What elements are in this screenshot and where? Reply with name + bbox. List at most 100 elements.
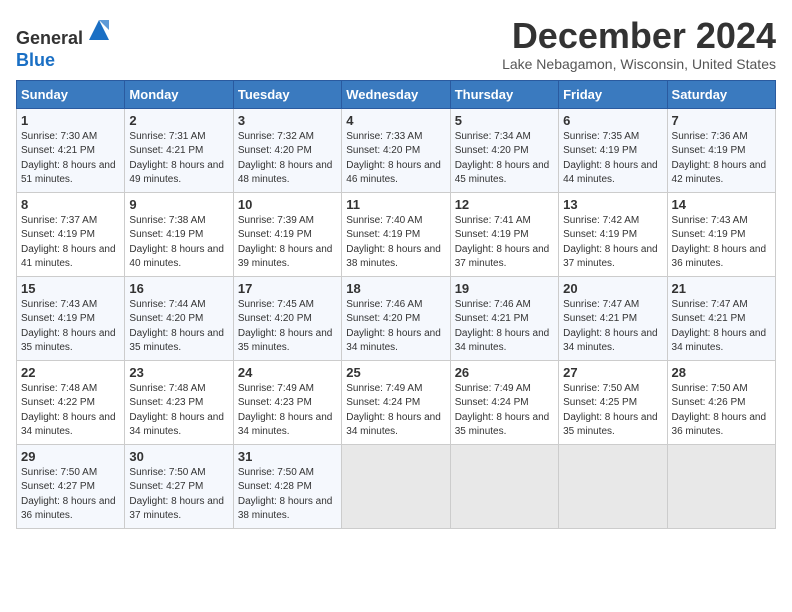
calendar-body: 1Sunrise: 7:30 AMSunset: 4:21 PMDaylight… — [17, 108, 776, 528]
day-number: 4 — [346, 113, 445, 128]
calendar-cell: 31Sunrise: 7:50 AMSunset: 4:28 PMDayligh… — [233, 444, 341, 528]
calendar-cell: 5Sunrise: 7:34 AMSunset: 4:20 PMDaylight… — [450, 108, 558, 192]
day-detail: Sunrise: 7:40 AMSunset: 4:19 PMDaylight:… — [346, 215, 441, 270]
calendar-cell: 17Sunrise: 7:45 AMSunset: 4:20 PMDayligh… — [233, 276, 341, 360]
day-detail: Sunrise: 7:50 AMSunset: 4:26 PMDaylight:… — [672, 383, 767, 438]
day-detail: Sunrise: 7:48 AMSunset: 4:22 PMDaylight:… — [21, 383, 116, 438]
month-title: December 2024 — [502, 16, 776, 56]
dow-header: Tuesday — [233, 80, 341, 108]
calendar-cell: 14 Sunrise: 7:43 AMSunset: 4:19 PMDayligh… — [667, 192, 775, 276]
dow-header: Wednesday — [342, 80, 450, 108]
day-number: 14 — [672, 197, 771, 212]
day-detail: Sunrise: 7:33 AMSunset: 4:20 PMDaylight:… — [346, 131, 441, 186]
day-detail: Sunrise: 7:44 AMSunset: 4:20 PMDaylight:… — [129, 299, 224, 354]
calendar-cell — [450, 444, 558, 528]
day-detail: Sunrise: 7:47 AMSunset: 4:21 PMDaylight:… — [672, 299, 767, 354]
calendar-cell: 21 Sunrise: 7:47 AMSunset: 4:21 PMDayligh… — [667, 276, 775, 360]
calendar-cell: 19Sunrise: 7:46 AMSunset: 4:21 PMDayligh… — [450, 276, 558, 360]
dow-header: Monday — [125, 80, 233, 108]
logo-general: General — [16, 28, 83, 48]
dow-header: Friday — [559, 80, 667, 108]
calendar-cell: 8Sunrise: 7:37 AMSunset: 4:19 PMDaylight… — [17, 192, 125, 276]
calendar-cell: 12 Sunrise: 7:41 AMSunset: 4:19 PMDayligh… — [450, 192, 558, 276]
calendar-cell: 9Sunrise: 7:38 AMSunset: 4:19 PMDaylight… — [125, 192, 233, 276]
calendar-cell — [342, 444, 450, 528]
day-number: 2 — [129, 113, 228, 128]
day-detail: Sunrise: 7:43 AMSunset: 4:19 PMDaylight:… — [21, 299, 116, 354]
day-number: 1 — [21, 113, 120, 128]
day-number: 21 — [672, 281, 771, 296]
calendar-cell — [559, 444, 667, 528]
calendar-cell: 15 Sunrise: 7:43 AMSunset: 4:19 PMDayligh… — [17, 276, 125, 360]
title-area: December 2024 Lake Nebagamon, Wisconsin,… — [502, 16, 776, 72]
calendar-cell: 10 Sunrise: 7:39 AMSunset: 4:19 PMDayligh… — [233, 192, 341, 276]
day-detail: Sunrise: 7:48 AMSunset: 4:23 PMDaylight:… — [129, 383, 224, 438]
day-number: 24 — [238, 365, 337, 380]
calendar-cell: 24 Sunrise: 7:49 AMSunset: 4:23 PMDayligh… — [233, 360, 341, 444]
calendar-cell: 11 Sunrise: 7:40 AMSunset: 4:19 PMDayligh… — [342, 192, 450, 276]
calendar-cell: 27Sunrise: 7:50 AMSunset: 4:25 PMDayligh… — [559, 360, 667, 444]
day-detail: Sunrise: 7:43 AMSunset: 4:19 PMDaylight:… — [672, 215, 767, 270]
day-number: 28 — [672, 365, 771, 380]
day-number: 18 — [346, 281, 445, 296]
day-number: 15 — [21, 281, 120, 296]
day-detail: Sunrise: 7:38 AMSunset: 4:19 PMDaylight:… — [129, 215, 224, 270]
day-number: 30 — [129, 449, 228, 464]
logo-text: General Blue — [16, 16, 113, 71]
day-detail: Sunrise: 7:46 AMSunset: 4:21 PMDaylight:… — [455, 299, 550, 354]
day-number: 5 — [455, 113, 554, 128]
calendar-cell: 20 Sunrise: 7:47 AMSunset: 4:21 PMDayligh… — [559, 276, 667, 360]
calendar-table: SundayMondayTuesdayWednesdayThursdayFrid… — [16, 80, 776, 529]
calendar-cell: 16 Sunrise: 7:44 AMSunset: 4:20 PMDayligh… — [125, 276, 233, 360]
calendar-cell — [667, 444, 775, 528]
calendar-cell: 13 Sunrise: 7:42 AMSunset: 4:19 PMDayligh… — [559, 192, 667, 276]
calendar-week-row: 15 Sunrise: 7:43 AMSunset: 4:19 PMDayligh… — [17, 276, 776, 360]
day-detail: Sunrise: 7:50 AMSunset: 4:28 PMDaylight:… — [238, 467, 333, 522]
day-number: 29 — [21, 449, 120, 464]
calendar-cell: 4 Sunrise: 7:33 AMSunset: 4:20 PMDaylight… — [342, 108, 450, 192]
day-number: 16 — [129, 281, 228, 296]
day-detail: Sunrise: 7:37 AMSunset: 4:19 PMDaylight:… — [21, 215, 116, 270]
day-detail: Sunrise: 7:36 AMSunset: 4:19 PMDaylight:… — [672, 131, 767, 186]
day-number: 10 — [238, 197, 337, 212]
day-number: 25 — [346, 365, 445, 380]
day-detail: Sunrise: 7:39 AMSunset: 4:19 PMDaylight:… — [238, 215, 333, 270]
calendar-cell: 3 Sunrise: 7:32 AMSunset: 4:20 PMDaylight… — [233, 108, 341, 192]
calendar-cell: 23 Sunrise: 7:48 AMSunset: 4:23 PMDayligh… — [125, 360, 233, 444]
day-number: 11 — [346, 197, 445, 212]
day-number: 12 — [455, 197, 554, 212]
day-number: 22 — [21, 365, 120, 380]
day-detail: Sunrise: 7:42 AMSunset: 4:19 PMDaylight:… — [563, 215, 658, 270]
day-detail: Sunrise: 7:35 AMSunset: 4:19 PMDaylight:… — [563, 131, 658, 186]
page-header: General Blue December 2024 Lake Nebagamo… — [16, 16, 776, 72]
day-number: 13 — [563, 197, 662, 212]
day-of-week-row: SundayMondayTuesdayWednesdayThursdayFrid… — [17, 80, 776, 108]
calendar-cell: 22 Sunrise: 7:48 AMSunset: 4:22 PMDayligh… — [17, 360, 125, 444]
day-number: 27 — [563, 365, 662, 380]
calendar-cell: 1Sunrise: 7:30 AMSunset: 4:21 PMDaylight… — [17, 108, 125, 192]
dow-header: Saturday — [667, 80, 775, 108]
day-detail: Sunrise: 7:49 AMSunset: 4:23 PMDaylight:… — [238, 383, 333, 438]
calendar-cell: 18 Sunrise: 7:46 AMSunset: 4:20 PMDayligh… — [342, 276, 450, 360]
day-number: 23 — [129, 365, 228, 380]
dow-header: Thursday — [450, 80, 558, 108]
day-detail: Sunrise: 7:50 AMSunset: 4:27 PMDaylight:… — [21, 467, 116, 522]
calendar-cell: 29 Sunrise: 7:50 AMSunset: 4:27 PMDayligh… — [17, 444, 125, 528]
day-detail: Sunrise: 7:41 AMSunset: 4:19 PMDaylight:… — [455, 215, 550, 270]
day-number: 20 — [563, 281, 662, 296]
calendar-cell: 7Sunrise: 7:36 AMSunset: 4:19 PMDaylight… — [667, 108, 775, 192]
day-number: 3 — [238, 113, 337, 128]
calendar-week-row: 1Sunrise: 7:30 AMSunset: 4:21 PMDaylight… — [17, 108, 776, 192]
day-detail: Sunrise: 7:46 AMSunset: 4:20 PMDaylight:… — [346, 299, 441, 354]
calendar-week-row: 29 Sunrise: 7:50 AMSunset: 4:27 PMDayligh… — [17, 444, 776, 528]
logo: General Blue — [16, 16, 113, 71]
logo-icon — [85, 16, 113, 44]
calendar-cell: 25Sunrise: 7:49 AMSunset: 4:24 PMDayligh… — [342, 360, 450, 444]
day-detail: Sunrise: 7:47 AMSunset: 4:21 PMDaylight:… — [563, 299, 658, 354]
calendar-cell: 28 Sunrise: 7:50 AMSunset: 4:26 PMDayligh… — [667, 360, 775, 444]
day-detail: Sunrise: 7:32 AMSunset: 4:20 PMDaylight:… — [238, 131, 333, 186]
calendar-cell: 26Sunrise: 7:49 AMSunset: 4:24 PMDayligh… — [450, 360, 558, 444]
calendar-week-row: 22 Sunrise: 7:48 AMSunset: 4:22 PMDayligh… — [17, 360, 776, 444]
location-title: Lake Nebagamon, Wisconsin, United States — [502, 56, 776, 72]
day-detail: Sunrise: 7:50 AMSunset: 4:27 PMDaylight:… — [129, 467, 224, 522]
